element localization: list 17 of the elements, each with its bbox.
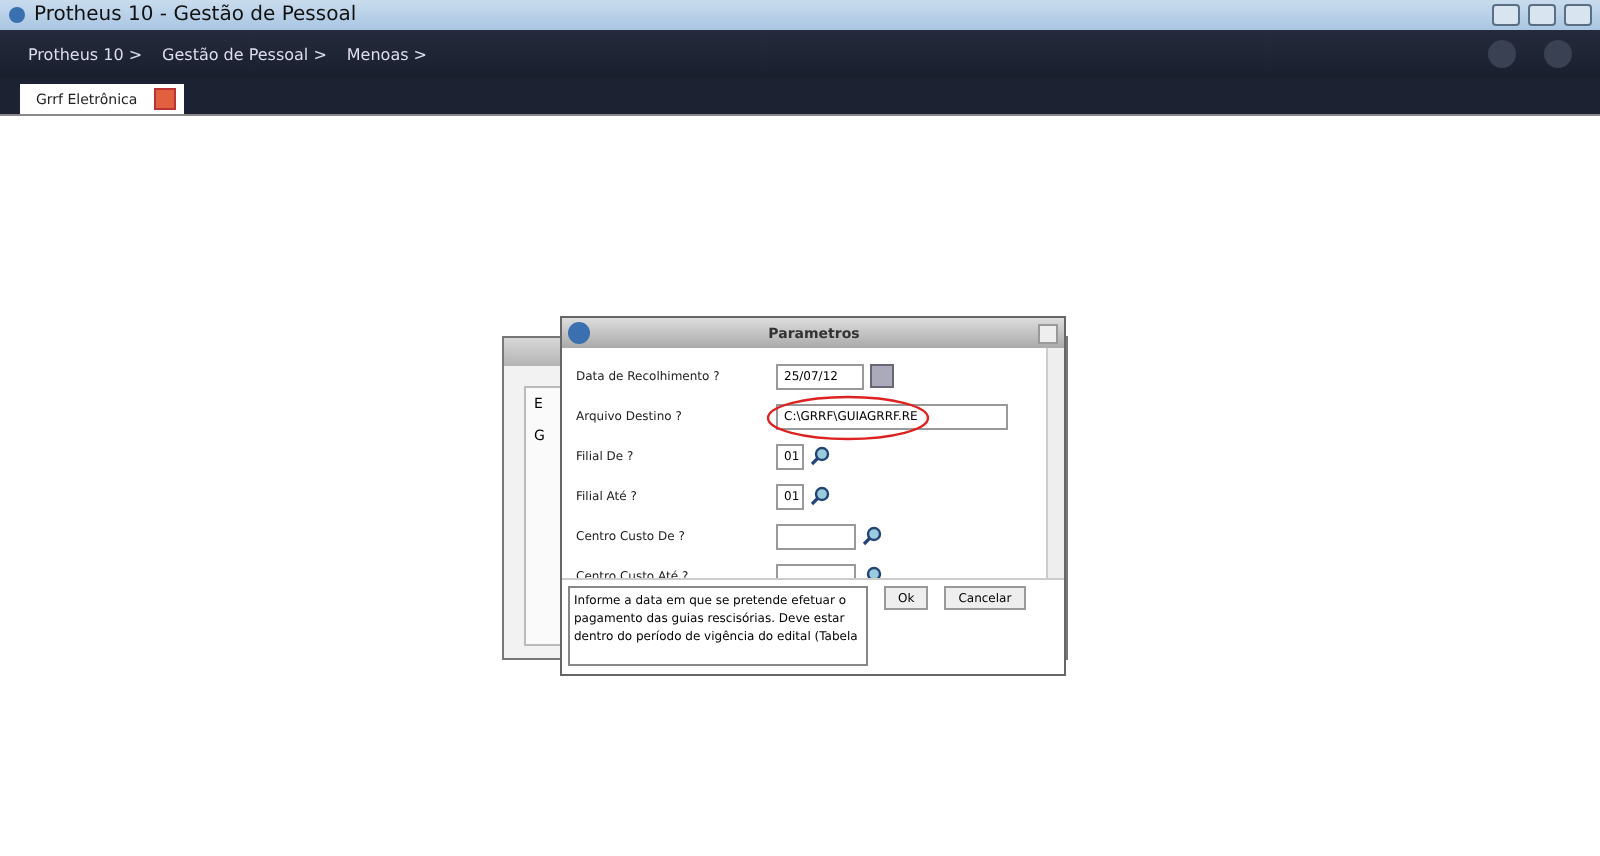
window-title: Protheus 10 - Gestão de Pessoal: [34, 4, 357, 26]
close-button[interactable]: [1564, 4, 1592, 26]
app-logo-icon: [568, 322, 590, 344]
input-field[interactable]: [776, 523, 856, 549]
close-button[interactable]: [1038, 323, 1058, 343]
breadcrumb-link[interactable]: Gestão de Pessoal >: [162, 45, 327, 63]
search-icon[interactable]: [810, 446, 830, 466]
breadcrumb-link[interactable]: Menoas >: [346, 45, 428, 63]
breadcrumb-link[interactable]: Protheus 10 >: [28, 45, 143, 63]
search-icon[interactable]: [810, 486, 830, 506]
scrollbar[interactable]: [1046, 348, 1064, 578]
search-icon[interactable]: [862, 526, 882, 546]
minimize-button[interactable]: [1492, 4, 1520, 26]
app-logo-icon: [8, 6, 26, 24]
maximize-button[interactable]: [1528, 4, 1556, 26]
close-tab-icon[interactable]: [153, 88, 176, 110]
calendar-icon[interactable]: [870, 364, 894, 388]
